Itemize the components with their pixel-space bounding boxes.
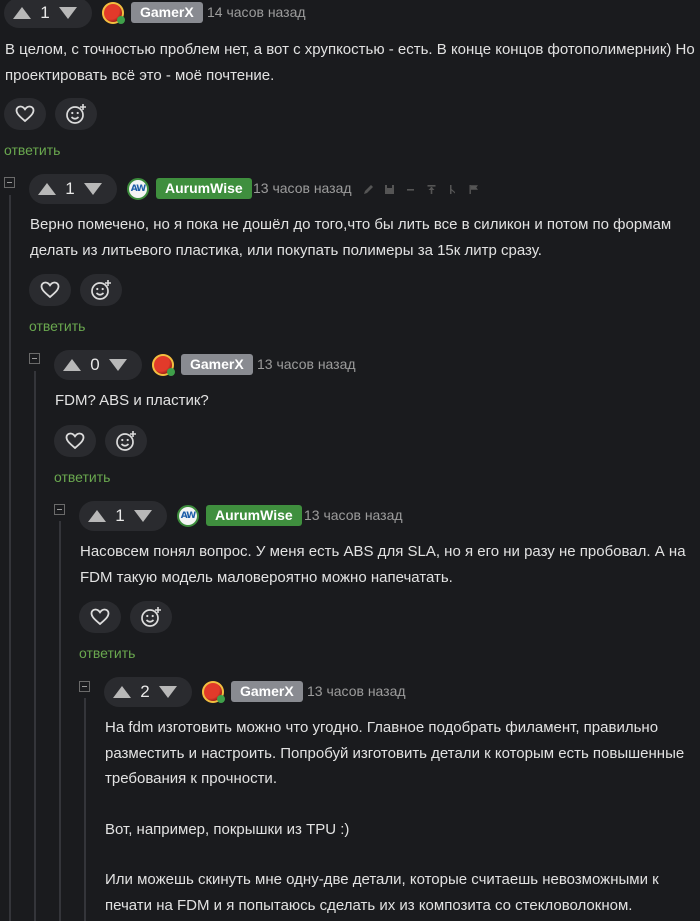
paragraph: Верно помечено, но я пока не дошёл до то…	[30, 216, 672, 259]
arrow-up-icon	[38, 183, 56, 195]
timestamp[interactable]: 14 часов назад	[207, 2, 306, 23]
heart-icon	[40, 281, 60, 299]
react-button[interactable]	[105, 425, 147, 457]
vote-widget: 0	[54, 350, 142, 380]
paragraph: FDM? ABS и пластик?	[55, 392, 209, 409]
timestamp[interactable]: 13 часов назад	[307, 681, 406, 702]
edit-button[interactable]	[362, 183, 374, 195]
downvote-button[interactable]	[106, 353, 130, 377]
paragraph: В целом, с точностью проблем нет, а вот …	[5, 41, 695, 84]
react-button[interactable]	[55, 98, 97, 130]
score: 1	[40, 3, 50, 22]
dash-button[interactable]	[404, 183, 416, 195]
save-icon	[384, 184, 394, 194]
avatar[interactable]	[102, 2, 125, 24]
paragraph: На fdm изготовить можно что угодно. Глав…	[105, 719, 685, 787]
pin-icon	[427, 184, 435, 194]
avatar[interactable]	[152, 354, 175, 376]
paragraph: Насовсем понял вопрос. У меня есть ABS д…	[80, 543, 686, 586]
arrow-down-icon	[159, 686, 177, 698]
comment: 1 AW AurumWise 13 часов назад Верно поме…	[0, 172, 700, 342]
comment-tools	[362, 183, 479, 195]
comment-text: Насовсем понял вопрос. У меня есть ABS д…	[80, 539, 695, 590]
downvote-button[interactable]	[81, 177, 105, 201]
comment: 1 GamerX 14 часов назад В целом, с точно…	[0, 0, 700, 170]
score: 2	[140, 682, 150, 701]
downvote-button[interactable]	[131, 504, 155, 528]
vote-widget: 1	[79, 501, 167, 531]
heart-icon	[15, 105, 35, 123]
smiley-plus-icon	[66, 104, 86, 124]
arrow-up-icon	[13, 7, 31, 19]
score: 0	[90, 355, 100, 374]
smiley-plus-icon	[116, 431, 136, 451]
vote-widget: 1	[29, 174, 117, 204]
timestamp[interactable]: 13 часов назад	[304, 505, 403, 526]
pencil-icon	[363, 184, 373, 194]
upvote-button[interactable]	[35, 177, 59, 201]
dash-icon	[406, 188, 414, 191]
branch-button[interactable]	[446, 183, 458, 195]
like-button[interactable]	[29, 274, 71, 306]
arrow-up-icon	[63, 359, 81, 371]
upvote-button[interactable]	[10, 1, 34, 25]
downvote-button[interactable]	[156, 680, 180, 704]
save-button[interactable]	[383, 183, 395, 195]
arrow-down-icon	[109, 359, 127, 371]
avatar[interactable]: AW	[177, 505, 199, 527]
vote-widget: 1	[4, 0, 92, 28]
like-button[interactable]	[4, 98, 46, 130]
comment: 0 GamerX 13 часов назад FDM? ABS и пласт…	[0, 348, 700, 488]
reply-link[interactable]: ответить	[79, 645, 135, 661]
upvote-button[interactable]	[85, 504, 109, 528]
timestamp[interactable]: 13 часов назад	[257, 354, 356, 375]
score: 1	[115, 506, 125, 525]
comment-text: На fdm изготовить можно что угодно. Глав…	[105, 715, 695, 918]
reply-link[interactable]: ответить	[29, 318, 85, 334]
heart-icon	[90, 608, 110, 626]
branch-icon	[449, 184, 455, 194]
username-badge[interactable]: AurumWise	[206, 505, 302, 526]
username-badge[interactable]: GamerX	[231, 681, 303, 702]
avatar[interactable]	[202, 681, 225, 703]
reply-link[interactable]: ответить	[4, 142, 60, 158]
like-button[interactable]	[54, 425, 96, 457]
react-button[interactable]	[130, 601, 172, 633]
arrow-up-icon	[113, 686, 131, 698]
flag-icon	[469, 184, 478, 194]
pin-button[interactable]	[425, 183, 437, 195]
reply-link[interactable]: ответить	[54, 469, 110, 485]
heart-icon	[65, 432, 85, 450]
username-badge[interactable]: AurumWise	[156, 178, 252, 199]
arrow-down-icon	[134, 510, 152, 522]
comment-text: В целом, с точностью проблем нет, а вот …	[5, 37, 695, 88]
like-button[interactable]	[79, 601, 121, 633]
upvote-button[interactable]	[110, 680, 134, 704]
arrow-down-icon	[84, 183, 102, 195]
smiley-plus-icon	[91, 280, 111, 300]
comment-text: FDM? ABS и пластик?	[55, 388, 695, 414]
timestamp[interactable]: 13 часов назад	[253, 178, 352, 199]
react-button[interactable]	[80, 274, 122, 306]
smiley-plus-icon	[141, 607, 161, 627]
comment: 1 AW AurumWise 13 часов назад Насовсем п…	[0, 499, 700, 669]
downvote-button[interactable]	[56, 1, 80, 25]
report-button[interactable]	[467, 183, 479, 195]
avatar[interactable]: AW	[127, 178, 149, 200]
paragraph: Вот, например, покрышки из TPU :)	[105, 820, 350, 838]
comment: 2 GamerX 13 часов назад На fdm изготовит…	[0, 676, 700, 921]
vote-widget: 2	[104, 677, 192, 707]
username-badge[interactable]: GamerX	[131, 2, 203, 23]
arrow-up-icon	[88, 510, 106, 522]
score: 1	[65, 179, 75, 198]
upvote-button[interactable]	[60, 353, 84, 377]
arrow-down-icon	[59, 7, 77, 19]
username-badge[interactable]: GamerX	[181, 354, 253, 375]
paragraph: Или можешь скинуть мне одну-две детали, …	[105, 871, 659, 914]
comment-text: Верно помечено, но я пока не дошёл до то…	[30, 212, 695, 263]
